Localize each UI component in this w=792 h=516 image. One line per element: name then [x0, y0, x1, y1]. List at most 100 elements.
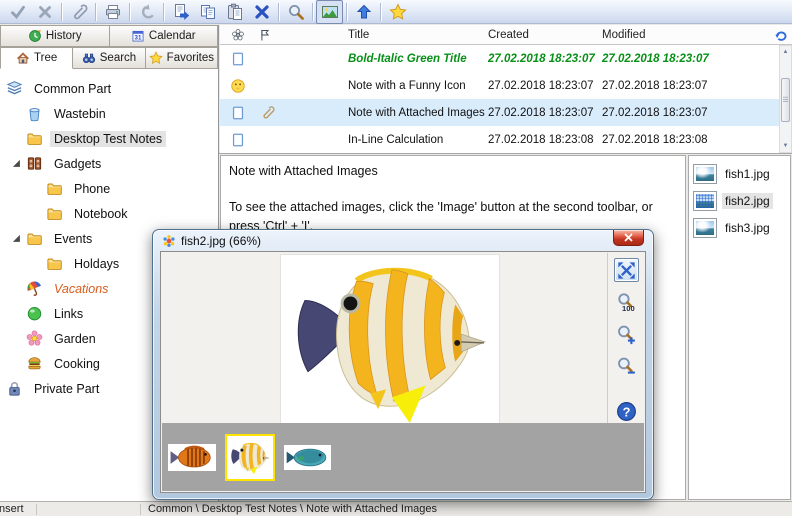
- scroll-down-icon[interactable]: ▼: [780, 140, 791, 152]
- viewer-thumbnail-fish1[interactable]: [168, 444, 216, 471]
- copy-button[interactable]: [194, 0, 221, 24]
- move-up-button[interactable]: [350, 0, 377, 24]
- help-icon: ?: [616, 401, 637, 422]
- cancel-x-button[interactable]: [31, 0, 58, 24]
- note-row-flag-cell: [256, 105, 348, 120]
- tree-item-label: Common Part: [30, 81, 115, 97]
- main-image-fish2: [281, 255, 499, 425]
- zoom-in-icon: [616, 324, 637, 345]
- image-viewer-window[interactable]: fish2.jpg (66%) 100?: [152, 229, 654, 500]
- expand-triangle-icon[interactable]: [12, 159, 26, 168]
- tree-item-label: Phone: [70, 181, 114, 197]
- history-clock-icon: [28, 29, 42, 43]
- image-viewport[interactable]: [162, 253, 608, 423]
- tree-item-notebook[interactable]: Notebook: [0, 201, 218, 226]
- image-viewer-button[interactable]: [316, 0, 343, 24]
- delete-x-icon: [253, 3, 271, 21]
- expand-triangle-icon[interactable]: [12, 234, 26, 243]
- note-row-icon-cell: [220, 132, 256, 148]
- search-magnifier-button[interactable]: [282, 0, 309, 24]
- column-title[interactable]: Title: [348, 29, 488, 41]
- note-row-icon-cell: [220, 51, 256, 67]
- note-row-created: 27.02.2018 18:23:08: [488, 134, 602, 146]
- sidebar-tabs-main: Tree Search Favorites: [0, 47, 218, 69]
- note-row-icon-cell: [220, 105, 256, 121]
- confirm-check-button[interactable]: [4, 0, 31, 24]
- svg-text:31: 31: [134, 35, 141, 42]
- tree-item-phone[interactable]: Phone: [0, 176, 218, 201]
- print-button[interactable]: [99, 0, 126, 24]
- tab-label: Calendar: [149, 30, 196, 42]
- note-path-breadcrumb: Common \ Desktop Test Notes \ Note with …: [148, 503, 437, 515]
- fit-window-icon: [616, 260, 637, 281]
- help-button[interactable]: ?: [614, 399, 639, 423]
- column-created[interactable]: Created: [488, 29, 602, 41]
- tab-label: History: [46, 30, 82, 42]
- tree-item-gadgets[interactable]: Gadgets: [0, 151, 218, 176]
- column-flag[interactable]: [256, 28, 348, 42]
- attachment-item-fish3-jpg[interactable]: fish3.jpg: [689, 214, 790, 241]
- note-row-created: 27.02.2018 18:23:07: [488, 107, 602, 119]
- note-row-in-line-calculation[interactable]: In-Line Calculation27.02.2018 18:23:0827…: [220, 126, 779, 153]
- umbrella-icon: [26, 280, 43, 297]
- tab-search[interactable]: Search: [73, 47, 145, 69]
- viewer-titlebar[interactable]: fish2.jpg (66%): [153, 230, 653, 251]
- main-toolbar: [0, 0, 792, 24]
- flag-icon: [258, 28, 272, 42]
- viewer-thumbnail-fish2[interactable]: [225, 434, 275, 481]
- lock-icon: [6, 380, 23, 397]
- attachment-item-fish2-jpg[interactable]: fish2.jpg: [689, 187, 790, 214]
- list-scrollbar[interactable]: ▲ ☰ ▼: [779, 45, 792, 153]
- send-note-button[interactable]: [167, 0, 194, 24]
- tree-item-label: Events: [50, 231, 96, 247]
- tree-item-common-part[interactable]: Common Part: [0, 76, 218, 101]
- notes-list-header: Title Created Modified: [220, 25, 792, 45]
- toolbar-separator: [129, 3, 130, 21]
- picture-icon: [693, 164, 717, 184]
- undo-button[interactable]: [133, 0, 160, 24]
- viewer-thumbnail-fish3[interactable]: [284, 445, 331, 470]
- zoom-100-button[interactable]: 100: [614, 290, 639, 314]
- zoom-out-button[interactable]: [614, 354, 639, 378]
- scrollbar-thumb[interactable]: ☰: [781, 78, 790, 122]
- zoom-100-icon: 100: [616, 292, 637, 313]
- tab-calendar[interactable]: 31 Calendar: [110, 25, 219, 47]
- list-editor-divider: [219, 153, 792, 154]
- note-row-title: Note with Attached Images: [348, 107, 488, 119]
- viewer-thumbnail-strip: [162, 423, 644, 491]
- tab-label: Search: [100, 52, 136, 64]
- layers-icon: [6, 80, 23, 97]
- favorite-star-icon: [389, 3, 407, 21]
- attachment-clip-icon: [260, 105, 348, 120]
- note-row-note-with-attached-images[interactable]: Note with Attached Images27.02.2018 18:2…: [220, 99, 779, 126]
- wastebin-icon: [26, 105, 43, 122]
- scroll-up-icon[interactable]: ▲: [780, 46, 791, 58]
- attach-paperclip-button[interactable]: [65, 0, 92, 24]
- tab-tree[interactable]: Tree: [0, 47, 73, 69]
- tree-item-desktop-test-notes[interactable]: Desktop Test Notes: [0, 126, 218, 151]
- delete-x-button[interactable]: [248, 0, 275, 24]
- image-viewer-icon: [321, 3, 339, 21]
- close-button[interactable]: [613, 230, 644, 246]
- attachment-item-fish1-jpg[interactable]: fish1.jpg: [689, 160, 790, 187]
- fit-window-button[interactable]: [614, 258, 639, 282]
- tree-item-label: Wastebin: [50, 106, 110, 122]
- note-row-modified: 27.02.2018 18:23:07: [602, 107, 779, 119]
- tree-item-wastebin[interactable]: Wastebin: [0, 101, 218, 126]
- notes-app-window: History 31 Calendar Tree Search Favorites Co…: [0, 0, 792, 516]
- tab-history[interactable]: History: [0, 25, 110, 47]
- column-modified[interactable]: Modified: [602, 29, 770, 41]
- confirm-check-icon: [9, 3, 27, 21]
- zoom-in-button[interactable]: [614, 322, 639, 346]
- tab-favorites[interactable]: Favorites: [146, 47, 218, 69]
- favorite-star-button[interactable]: [384, 0, 411, 24]
- picture-icon: [693, 218, 717, 238]
- app-flower-icon: [162, 234, 176, 248]
- paste-button[interactable]: [221, 0, 248, 24]
- note-row-bold-italic-green-title[interactable]: Bold-Italic Green Title27.02.2018 18:23:…: [220, 45, 779, 72]
- picture-icon: [693, 191, 717, 211]
- refresh-arrow-button[interactable]: [770, 28, 792, 42]
- column-note-icon[interactable]: [220, 28, 256, 42]
- note-row-note-with-a-funny-icon[interactable]: Note with a Funny Icon27.02.2018 18:23:0…: [220, 72, 779, 99]
- paste-icon: [226, 3, 244, 21]
